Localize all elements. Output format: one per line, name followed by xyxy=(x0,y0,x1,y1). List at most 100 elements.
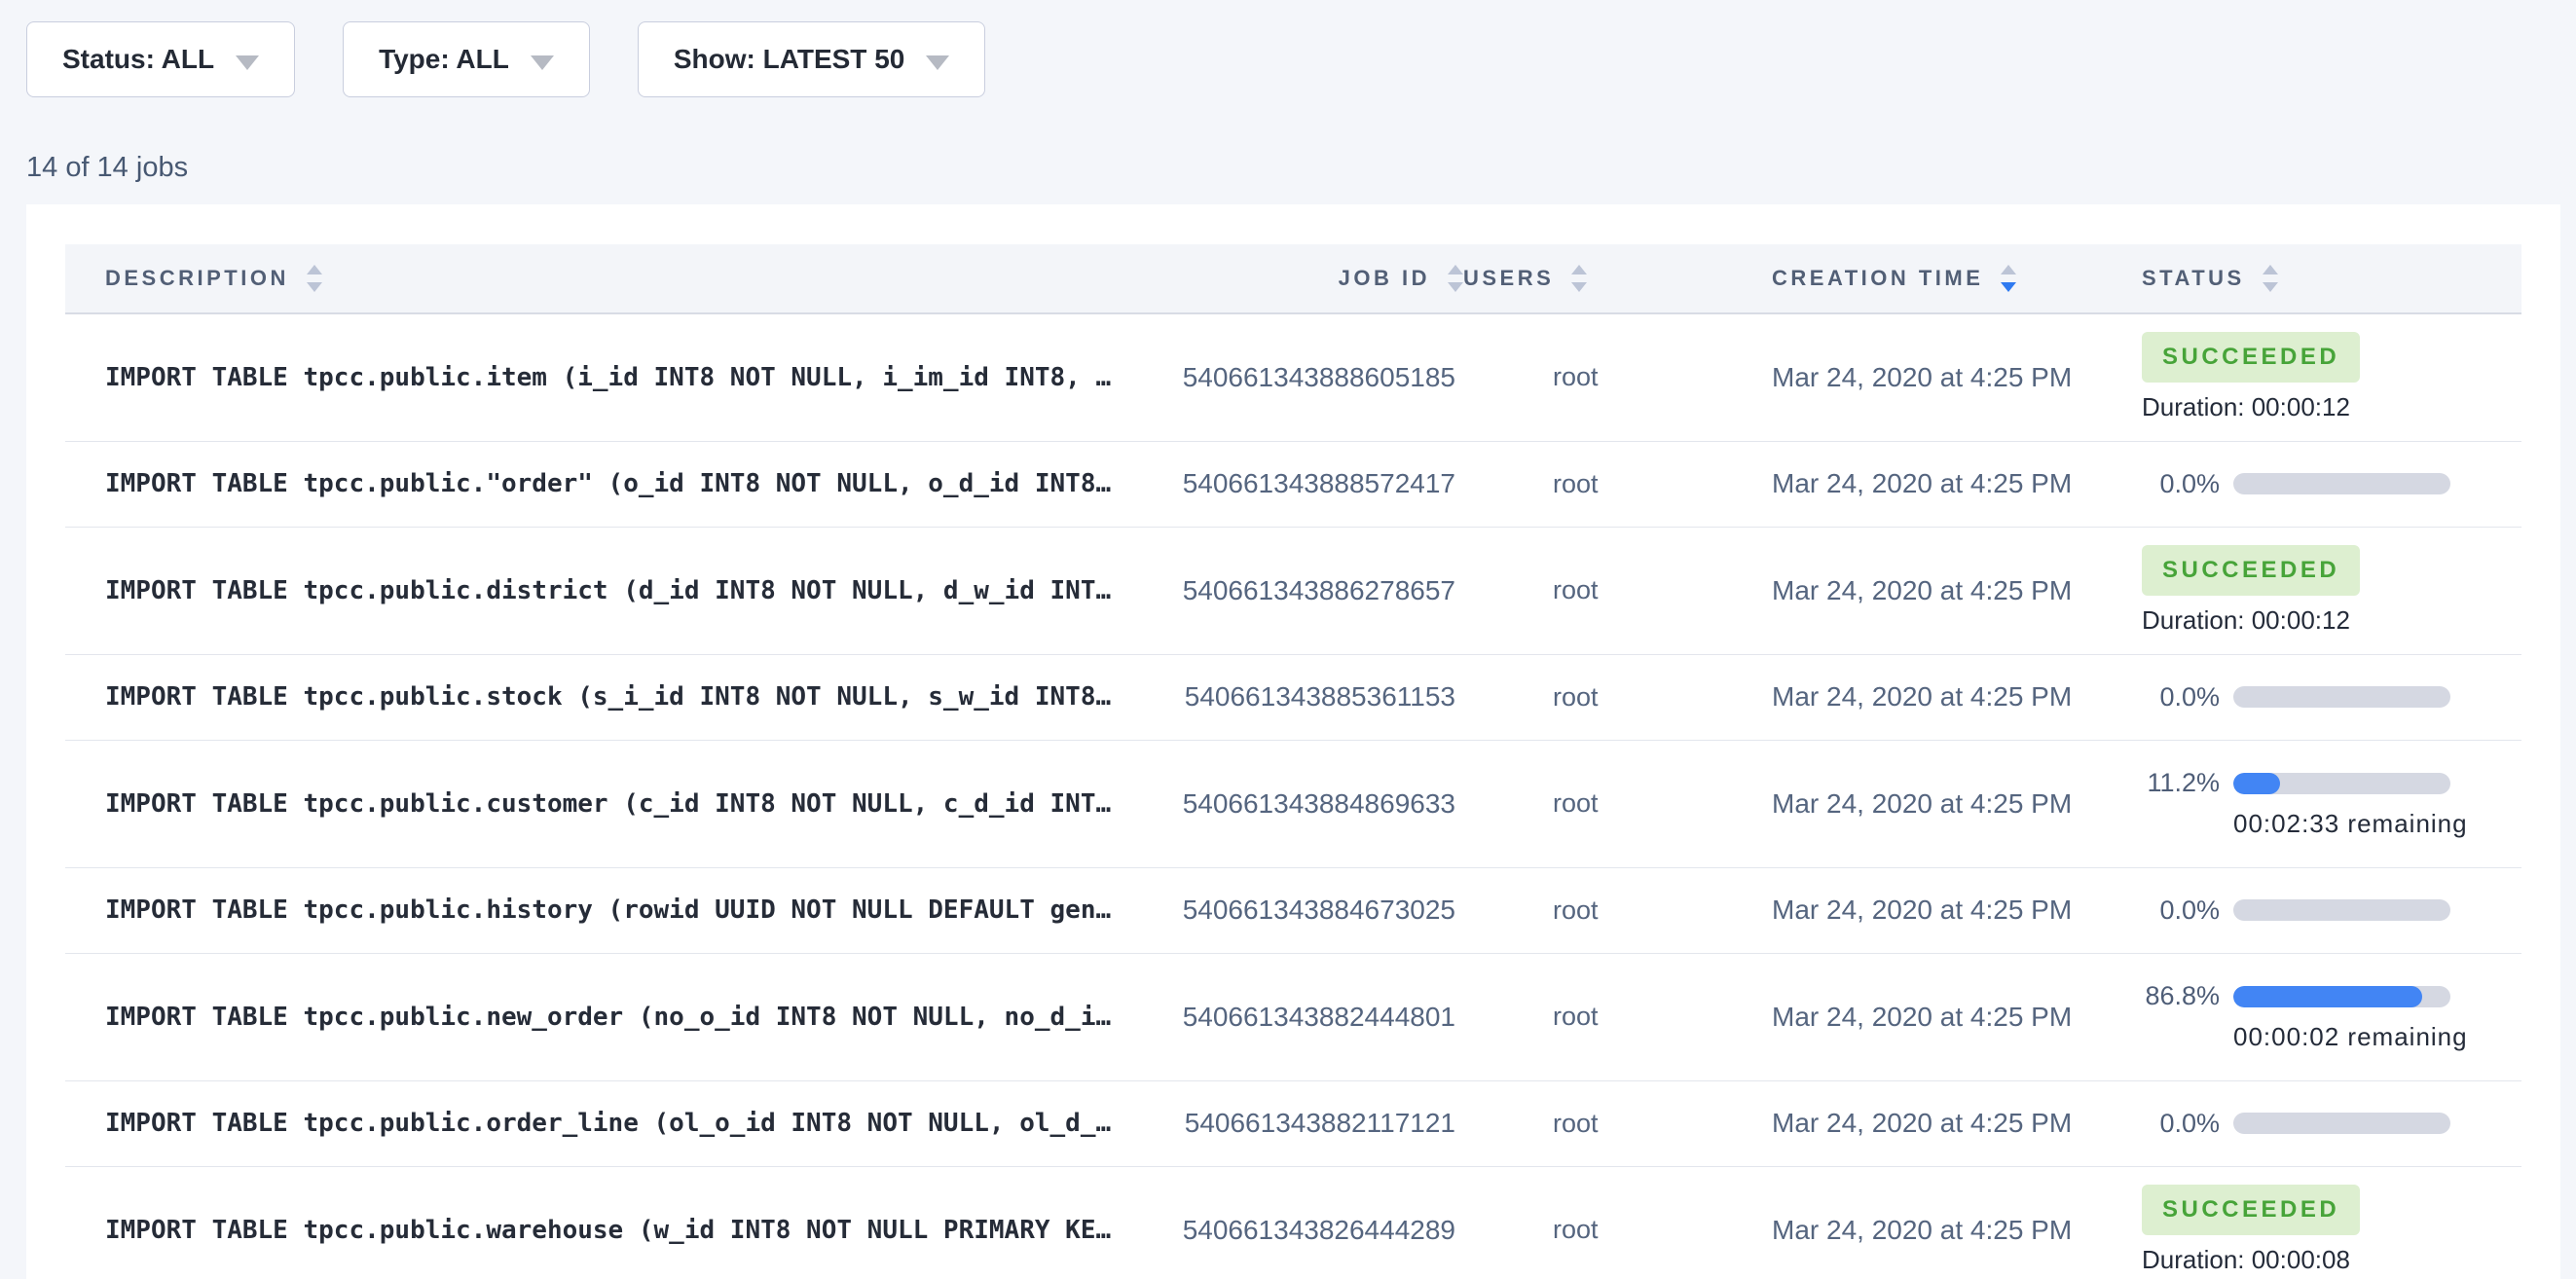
job-description: IMPORT TABLE tpcc.public.district (d_id … xyxy=(65,527,1171,654)
job-id: 540661343888572417 xyxy=(1171,441,1463,527)
sort-asc-icon xyxy=(2001,265,2016,274)
job-status-cell: 0.0% xyxy=(2142,441,2521,527)
job-description: IMPORT TABLE tpcc.public.order_line (ol_… xyxy=(65,1080,1171,1166)
table-row: IMPORT TABLE tpcc.public.new_order (no_o… xyxy=(65,953,2521,1080)
filter-dropdown-label: Status: ALL xyxy=(62,44,214,75)
job-id: 540661343826444289 xyxy=(1171,1166,1463,1279)
progress-line: 0.0% xyxy=(2142,682,2521,713)
filter-bar: Status: ALL Type: ALL Show: LATEST 50 xyxy=(26,21,985,97)
progress-percent: 0.0% xyxy=(2142,1109,2220,1139)
job-description: IMPORT TABLE tpcc.public.stock (s_i_id I… xyxy=(65,654,1171,740)
job-description: IMPORT TABLE tpcc.public."order" (o_id I… xyxy=(65,441,1171,527)
table-row: IMPORT TABLE tpcc.public.stock (s_i_id I… xyxy=(65,654,2521,740)
table-row: IMPORT TABLE tpcc.public.district (d_id … xyxy=(65,527,2521,654)
chevron-down-icon xyxy=(236,55,259,70)
job-creation-time: Mar 24, 2020 at 4:25 PM xyxy=(1772,1166,2142,1279)
table-row: IMPORT TABLE tpcc.public."order" (o_id I… xyxy=(65,441,2521,527)
filter-dropdown-type[interactable]: Type: ALL xyxy=(343,21,590,97)
job-creation-time: Mar 24, 2020 at 4:25 PM xyxy=(1772,313,2142,441)
job-status-cell: SUCCEEDEDDuration: 00:00:12 xyxy=(2142,527,2521,654)
job-user: root xyxy=(1463,1080,1772,1166)
progress-bar-track xyxy=(2233,986,2450,1007)
column-header-label: DESCRIPTION xyxy=(105,266,289,291)
column-header-wrap: CREATION TIME xyxy=(1772,265,2016,292)
column-header-wrap: JOB ID xyxy=(1339,265,1463,292)
progress-bar-track xyxy=(2233,899,2450,921)
jobs-count-summary: 14 of 14 jobs xyxy=(26,152,188,184)
job-status-cell: 0.0% xyxy=(2142,654,2521,740)
job-description: IMPORT TABLE tpcc.public.item (i_id INT8… xyxy=(65,313,1171,441)
progress-bar-fill xyxy=(2233,773,2280,794)
progress-percent: 0.0% xyxy=(2142,895,2220,926)
sort-desc-icon xyxy=(2001,282,2016,292)
progress-line: 0.0% xyxy=(2142,895,2521,926)
sort-arrows xyxy=(2263,265,2278,292)
filter-dropdown-label: Show: LATEST 50 xyxy=(674,44,905,75)
job-creation-time: Mar 24, 2020 at 4:25 PM xyxy=(1772,740,2142,867)
job-creation-time: Mar 24, 2020 at 4:25 PM xyxy=(1772,441,2142,527)
job-user: root xyxy=(1463,867,1772,953)
status-badge-succeeded: SUCCEEDED xyxy=(2142,1185,2360,1235)
filter-dropdown-status[interactable]: Status: ALL xyxy=(26,21,295,97)
job-user: root xyxy=(1463,441,1772,527)
job-status-cell: 11.2%00:02:33 remaining xyxy=(2142,740,2521,867)
filter-dropdown-show[interactable]: Show: LATEST 50 xyxy=(638,21,986,97)
sort-arrows xyxy=(1571,265,1587,292)
jobs-table-card: DESCRIPTION JOB ID USERS CREATION TIME STATU… xyxy=(26,204,2560,1279)
sort-desc-icon xyxy=(1571,282,1587,292)
progress-percent: 0.0% xyxy=(2142,469,2220,499)
job-user: root xyxy=(1463,740,1772,867)
job-user: root xyxy=(1463,527,1772,654)
column-header-job_id[interactable]: JOB ID xyxy=(1171,244,1463,313)
job-duration: Duration: 00:00:12 xyxy=(2142,605,2521,636)
column-header-label: USERS xyxy=(1463,266,1554,291)
job-id: 540661343882117121 xyxy=(1171,1080,1463,1166)
job-id: 540661343885361153 xyxy=(1171,654,1463,740)
job-user: root xyxy=(1463,953,1772,1080)
chevron-down-icon xyxy=(926,55,949,70)
column-header-description[interactable]: DESCRIPTION xyxy=(65,244,1171,313)
column-header-label: CREATION TIME xyxy=(1772,266,1983,291)
column-header-wrap: USERS xyxy=(1463,265,1587,292)
job-creation-time: Mar 24, 2020 at 4:25 PM xyxy=(1772,953,2142,1080)
table-row: IMPORT TABLE tpcc.public.warehouse (w_id… xyxy=(65,1166,2521,1279)
sort-desc-icon xyxy=(1448,282,1463,292)
sort-asc-icon xyxy=(2263,265,2278,274)
sort-asc-icon xyxy=(307,265,322,274)
job-description: IMPORT TABLE tpcc.public.history (rowid … xyxy=(65,867,1171,953)
job-id: 540661343888605185 xyxy=(1171,313,1463,441)
progress-bar-fill xyxy=(2233,986,2422,1007)
job-id: 540661343884673025 xyxy=(1171,867,1463,953)
sort-arrows xyxy=(2001,265,2016,292)
sort-asc-icon xyxy=(1571,265,1587,274)
sort-asc-icon xyxy=(1448,265,1463,274)
jobs-table: DESCRIPTION JOB ID USERS CREATION TIME STATU… xyxy=(65,244,2521,1279)
column-header-users[interactable]: USERS xyxy=(1463,244,1772,313)
job-id: 540661343882444801 xyxy=(1171,953,1463,1080)
job-user: root xyxy=(1463,654,1772,740)
column-header-status[interactable]: STATUS xyxy=(2142,244,2521,313)
progress-bar-track xyxy=(2233,1113,2450,1134)
job-description: IMPORT TABLE tpcc.public.warehouse (w_id… xyxy=(65,1166,1171,1279)
column-header-creation_time[interactable]: CREATION TIME xyxy=(1772,244,2142,313)
job-description: IMPORT TABLE tpcc.public.customer (c_id … xyxy=(65,740,1171,867)
job-creation-time: Mar 24, 2020 at 4:25 PM xyxy=(1772,867,2142,953)
job-duration: Duration: 00:00:08 xyxy=(2142,1245,2521,1275)
job-creation-time: Mar 24, 2020 at 4:25 PM xyxy=(1772,654,2142,740)
column-header-wrap: DESCRIPTION xyxy=(105,265,322,292)
job-status-cell: 0.0% xyxy=(2142,867,2521,953)
job-status-cell: SUCCEEDED Duration: 00:00:12 xyxy=(2142,313,2521,441)
sort-arrows xyxy=(1448,265,1463,292)
job-status-cell: SUCCEEDED Duration: 00:00:08 xyxy=(2142,1166,2521,1279)
job-user: root xyxy=(1463,1166,1772,1279)
job-creation-time: Mar 24, 2020 at 4:25 PM xyxy=(1772,1080,2142,1166)
status-badge-succeeded: SUCCEEDED xyxy=(2142,332,2360,383)
job-creation-time: Mar 24, 2020 at 4:25 PM xyxy=(1772,527,2142,654)
column-header-label: JOB ID xyxy=(1339,266,1430,291)
progress-line: 0.0% xyxy=(2142,1109,2521,1139)
job-duration: Duration: 00:00:12 xyxy=(2142,392,2521,422)
table-header-row: DESCRIPTION JOB ID USERS CREATION TIME STATU… xyxy=(65,244,2521,313)
chevron-down-icon xyxy=(531,55,554,70)
column-header-label: STATUS xyxy=(2142,266,2245,291)
job-id: 540661343886278657 xyxy=(1171,527,1463,654)
